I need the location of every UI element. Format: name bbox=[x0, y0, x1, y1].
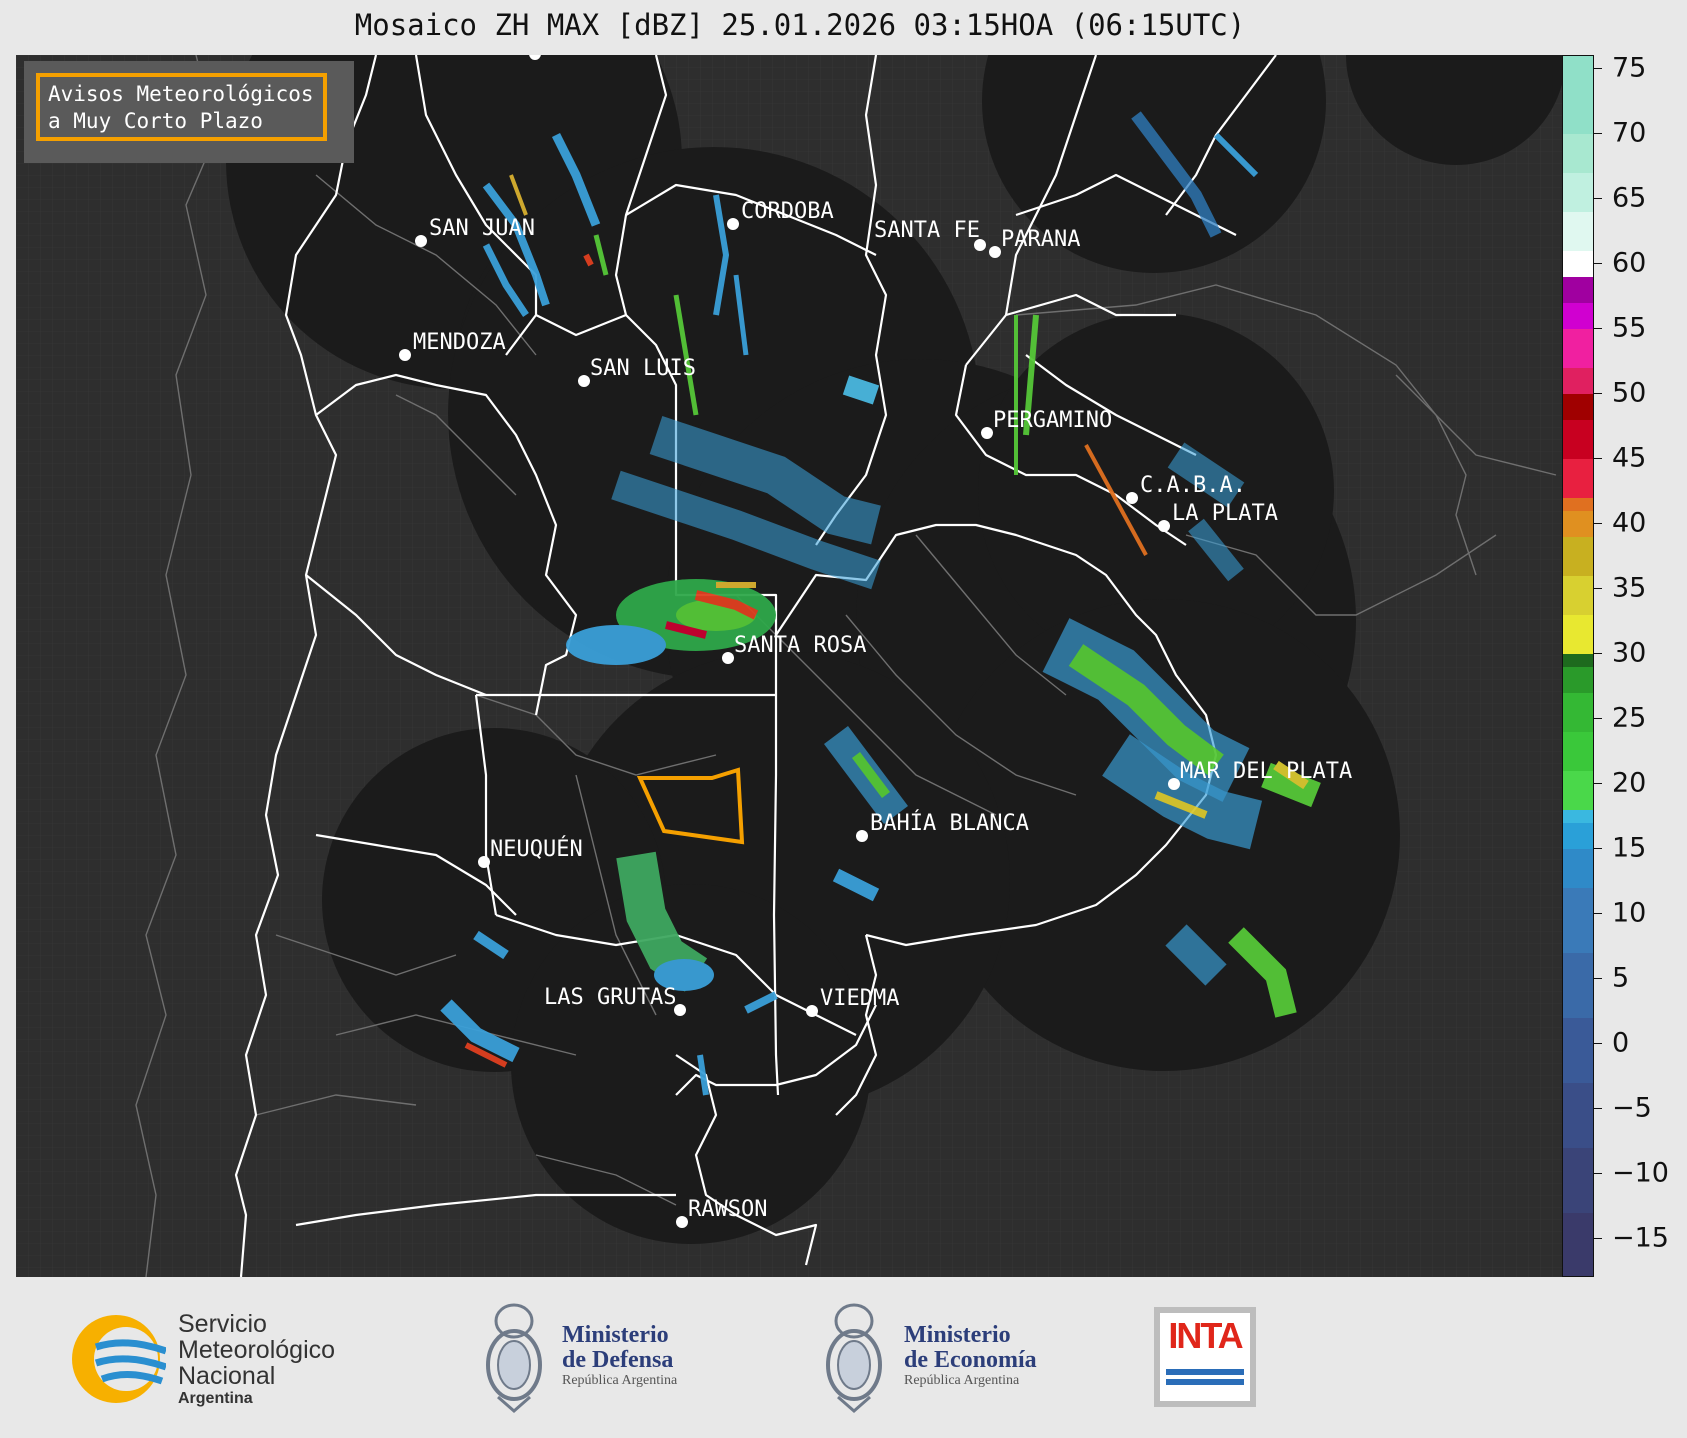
colorbar-tick-label: 20 bbox=[1612, 767, 1647, 799]
city-dot bbox=[578, 375, 590, 387]
colorbar-tick-label: 45 bbox=[1612, 442, 1647, 474]
city-label: NEUQUÉN bbox=[490, 836, 583, 862]
radar-map[interactable]: LA RIOJAMERCEDESSAN JUANCORDOBASANTA FEP… bbox=[16, 55, 1562, 1277]
colorbar-tick-mark bbox=[1594, 1108, 1602, 1109]
inta-text: INTA bbox=[1168, 1315, 1243, 1356]
city-label: MENDOZA bbox=[413, 330, 506, 355]
colorbar-tick-mark bbox=[1594, 653, 1602, 654]
map-title: Mosaico ZH MAX [dBZ] 25.01.2026 03:15HOA… bbox=[354, 8, 1246, 42]
city-dot bbox=[399, 349, 411, 361]
city-label: LA PLATA bbox=[1172, 501, 1278, 526]
colorbar-tick-mark bbox=[1594, 263, 1602, 264]
city-label: CORDOBA bbox=[741, 199, 834, 224]
city-label: LAS GRUTAS bbox=[544, 985, 676, 1010]
economia-line-1: Ministerio bbox=[904, 1322, 1011, 1348]
city-label: BAHÍA BLANCA bbox=[870, 810, 1029, 836]
city-label: SAN JUAN bbox=[429, 216, 535, 241]
colorbar-tick-mark bbox=[1594, 523, 1602, 524]
city-label: PARANA bbox=[1001, 227, 1080, 252]
colorbar-tick-label: 65 bbox=[1612, 182, 1647, 214]
city-dot bbox=[1158, 520, 1170, 532]
city-label: SAN LUIS bbox=[590, 356, 696, 381]
city-label: C.A.B.A. bbox=[1140, 473, 1246, 498]
defensa-line-1: Ministerio bbox=[562, 1322, 669, 1348]
city-label: PERGAMINO bbox=[993, 408, 1112, 433]
colorbar-tick-mark bbox=[1594, 458, 1602, 459]
city-label: RAWSON bbox=[688, 1197, 767, 1222]
smn-line-4: Argentina bbox=[178, 1390, 253, 1407]
colorbar-tick-mark bbox=[1594, 848, 1602, 849]
city-label: MAR DEL PLATA bbox=[1180, 759, 1352, 784]
economia-line-2: de Economía bbox=[904, 1347, 1037, 1373]
defensa-line-3: República Argentina bbox=[562, 1373, 678, 1388]
city-label: SANTA FE bbox=[874, 218, 980, 243]
city-dot bbox=[722, 652, 734, 664]
colorbar-tick-label: 50 bbox=[1612, 377, 1647, 409]
city-dot bbox=[415, 235, 427, 247]
city-label: SANTA ROSA bbox=[734, 633, 866, 658]
colorbar-tick-label: 55 bbox=[1612, 312, 1647, 344]
smn-line-3: Nacional bbox=[178, 1362, 276, 1390]
city-dot bbox=[727, 218, 739, 230]
colorbar-tick-label: −15 bbox=[1612, 1222, 1669, 1254]
city-dot bbox=[806, 1005, 818, 1017]
colorbar-tick-label: −10 bbox=[1612, 1157, 1669, 1189]
colorbar-tick-mark bbox=[1594, 1043, 1602, 1044]
colorbar-tick-label: 35 bbox=[1612, 572, 1647, 604]
smn-line-2: Meteorológico bbox=[178, 1336, 336, 1364]
city-label: VIEDMA bbox=[820, 986, 899, 1011]
smn-logo[interactable]: Servicio Meteorológico Nacional Argentin… bbox=[66, 1307, 386, 1417]
colorbar-tick-label: −5 bbox=[1612, 1092, 1652, 1124]
city-dot bbox=[1126, 492, 1138, 504]
city-dot bbox=[989, 246, 1001, 258]
colorbar-tick-label: 15 bbox=[1612, 832, 1647, 864]
colorbar-tick-label: 40 bbox=[1612, 507, 1647, 539]
colorbar-tick-label: 5 bbox=[1612, 962, 1630, 994]
defensa-logo[interactable]: Ministerio de Defensa República Argentin… bbox=[478, 1297, 738, 1422]
colorbar-tick-label: 25 bbox=[1612, 702, 1647, 734]
legend-line-1: Avisos Meteorológicos bbox=[48, 82, 314, 106]
legend-box: Avisos Meteorológicos a Muy Corto Plazo bbox=[24, 61, 354, 163]
defensa-line-2: de Defensa bbox=[562, 1347, 674, 1373]
city-dot bbox=[478, 856, 490, 868]
smn-emblem-icon bbox=[72, 1315, 166, 1403]
economia-line-3: República Argentina bbox=[904, 1373, 1020, 1388]
colorbar-tick-mark bbox=[1594, 68, 1602, 69]
colorbar-tick-label: 10 bbox=[1612, 897, 1647, 929]
city-dot bbox=[856, 830, 868, 842]
colorbar-tick-label: 60 bbox=[1612, 247, 1647, 279]
colorbar-tick-mark bbox=[1594, 588, 1602, 589]
colorbar-tick-label: 30 bbox=[1612, 637, 1647, 669]
city-dot bbox=[676, 1216, 688, 1228]
colorbar-tick-label: 0 bbox=[1612, 1027, 1630, 1059]
city-dot bbox=[981, 427, 993, 439]
colorbar-tick-label: 75 bbox=[1612, 52, 1647, 84]
colorbar-tick-mark bbox=[1594, 133, 1602, 134]
colorbar-tick-mark bbox=[1594, 328, 1602, 329]
colorbar bbox=[1562, 55, 1594, 1278]
inta-logo[interactable]: INTA bbox=[1154, 1307, 1256, 1407]
colorbar-tick-mark bbox=[1594, 718, 1602, 719]
legend-line-2: a Muy Corto Plazo bbox=[48, 109, 263, 133]
economia-logo[interactable]: Ministerio de Economía República Argenti… bbox=[818, 1297, 1078, 1422]
city-dot bbox=[1168, 778, 1180, 790]
colorbar-tick-mark bbox=[1594, 1238, 1602, 1239]
smn-line-1: Servicio bbox=[178, 1310, 267, 1338]
footer-logos: Servicio Meteorológico Nacional Argentin… bbox=[0, 1277, 1687, 1438]
colorbar-tick-mark bbox=[1594, 913, 1602, 914]
colorbar-tick-mark bbox=[1594, 783, 1602, 784]
coat-of-arms-icon bbox=[486, 1303, 542, 1413]
legend-inner[interactable]: Avisos Meteorológicos a Muy Corto Plazo bbox=[36, 73, 327, 141]
colorbar-tick-label: 70 bbox=[1612, 117, 1647, 149]
colorbar-tick-mark bbox=[1594, 978, 1602, 979]
colorbar-tick-mark bbox=[1594, 1173, 1602, 1174]
colorbar-tick-mark bbox=[1594, 393, 1602, 394]
colorbar-tick-mark bbox=[1594, 198, 1602, 199]
coat-of-arms-icon bbox=[826, 1303, 882, 1413]
